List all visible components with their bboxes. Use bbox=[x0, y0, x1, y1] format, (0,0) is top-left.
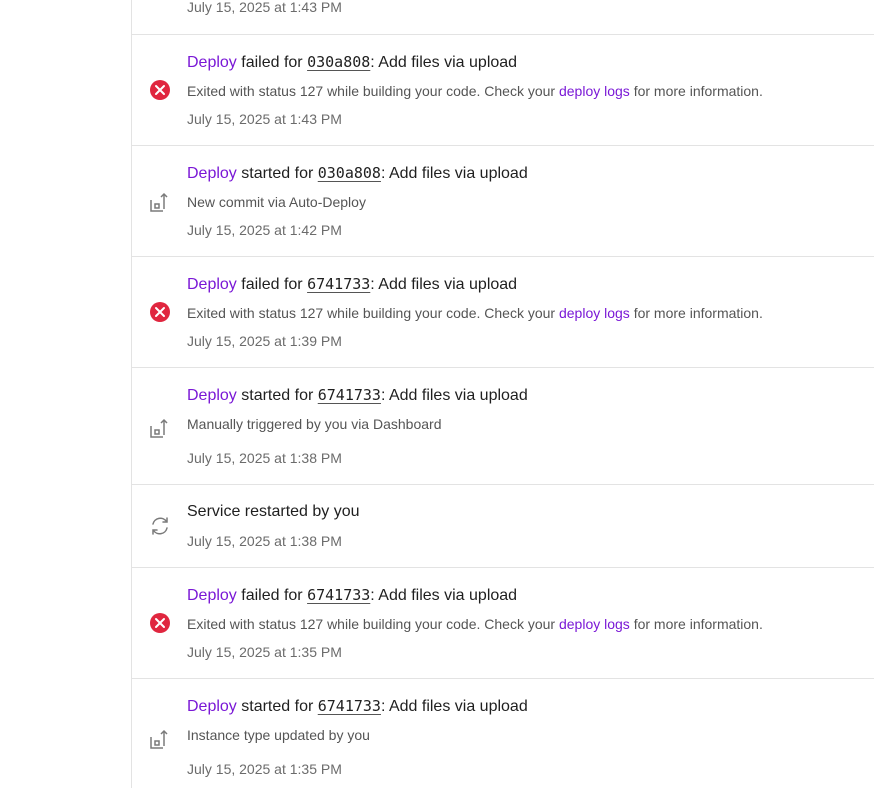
event-description: New commit via Auto-Deploy bbox=[187, 194, 366, 210]
commit-message: : Add files via upload bbox=[380, 165, 528, 182]
description-text-end: for more information. bbox=[629, 83, 763, 99]
deploy-icon bbox=[149, 417, 171, 439]
deploy-logs-link[interactable]: deploy logs bbox=[559, 305, 630, 321]
commit-message: : Add files via upload bbox=[370, 587, 518, 604]
event-item: Deploy failed for 6741733: Add files via… bbox=[132, 257, 874, 368]
commit-message: : Add files via upload bbox=[370, 54, 518, 71]
restart-icon bbox=[149, 515, 171, 537]
event-description: Exited with status 127 while building yo… bbox=[187, 615, 763, 633]
event-title: Deploy started for 6741733: Add files vi… bbox=[187, 696, 528, 717]
events-page: July 15, 2025 at 1:43 PM Deploy failed f… bbox=[0, 0, 874, 788]
error-icon bbox=[149, 612, 171, 634]
commit-link[interactable]: 6741733 bbox=[318, 386, 381, 404]
error-icon bbox=[149, 301, 171, 323]
event-title: Deploy started for 6741733: Add files vi… bbox=[187, 385, 528, 406]
event-description: Manually triggered by you via Dashboard bbox=[187, 416, 442, 432]
deploy-link[interactable]: Deploy bbox=[187, 276, 237, 293]
event-item: Deploy started for 6741733: Add files vi… bbox=[132, 368, 874, 485]
deploy-logs-link[interactable]: deploy logs bbox=[559, 616, 630, 632]
event-timestamp: July 15, 2025 at 1:38 PM bbox=[187, 533, 342, 549]
event-verb: started for bbox=[236, 698, 318, 715]
commit-link[interactable]: 030a808 bbox=[307, 53, 370, 71]
deploy-link[interactable]: Deploy bbox=[187, 387, 237, 404]
event-item: Deploy failed for 030a808: Add files via… bbox=[132, 35, 874, 146]
sidebar bbox=[0, 0, 132, 788]
commit-message: : Add files via upload bbox=[370, 276, 518, 293]
event-title: Deploy started for 030a808: Add files vi… bbox=[187, 163, 528, 184]
event-verb: started for bbox=[236, 165, 318, 182]
event-timestamp: July 15, 2025 at 1:38 PM bbox=[187, 450, 342, 466]
event-timestamp: July 15, 2025 at 1:42 PM bbox=[187, 222, 342, 238]
event-timestamp: July 15, 2025 at 1:35 PM bbox=[187, 761, 342, 777]
event-title: Deploy failed for 030a808: Add files via… bbox=[187, 52, 517, 73]
event-item: Service restarted by you July 15, 2025 a… bbox=[132, 485, 874, 568]
events-feed: July 15, 2025 at 1:43 PM Deploy failed f… bbox=[132, 0, 874, 788]
event-title: Deploy failed for 6741733: Add files via… bbox=[187, 585, 517, 606]
commit-link[interactable]: 6741733 bbox=[307, 275, 370, 293]
event-verb: failed for bbox=[236, 276, 308, 293]
description-text: Exited with status 127 while building yo… bbox=[187, 616, 559, 632]
deploy-icon bbox=[149, 728, 171, 750]
commit-link[interactable]: 6741733 bbox=[318, 697, 381, 715]
event-item: Deploy started for 6741733: Add files vi… bbox=[132, 679, 874, 788]
deploy-icon bbox=[149, 191, 171, 213]
event-item: Deploy started for 030a808: Add files vi… bbox=[132, 146, 874, 257]
description-text-end: for more information. bbox=[629, 616, 763, 632]
event-item: Deploy failed for 6741733: Add files via… bbox=[132, 568, 874, 679]
event-verb: failed for bbox=[236, 54, 308, 71]
event-description: Instance type updated by you bbox=[187, 727, 370, 743]
event-timestamp: July 15, 2025 at 1:43 PM bbox=[187, 111, 342, 127]
description-text: Exited with status 127 while building yo… bbox=[187, 83, 559, 99]
event-description: Exited with status 127 while building yo… bbox=[187, 82, 763, 100]
deploy-link[interactable]: Deploy bbox=[187, 698, 237, 715]
commit-message: : Add files via upload bbox=[380, 387, 528, 404]
event-timestamp: July 15, 2025 at 1:39 PM bbox=[187, 333, 342, 349]
event-timestamp: July 15, 2025 at 1:35 PM bbox=[187, 644, 342, 660]
deploy-link[interactable]: Deploy bbox=[187, 165, 237, 182]
event-verb: failed for bbox=[236, 587, 308, 604]
deploy-logs-link[interactable]: deploy logs bbox=[559, 83, 630, 99]
event-timestamp: July 15, 2025 at 1:43 PM bbox=[187, 0, 342, 15]
description-text: Exited with status 127 while building yo… bbox=[187, 305, 559, 321]
commit-link[interactable]: 6741733 bbox=[307, 586, 370, 604]
event-item-previous: July 15, 2025 at 1:43 PM bbox=[132, 0, 874, 35]
event-title: Service restarted by you bbox=[187, 503, 360, 520]
deploy-link[interactable]: Deploy bbox=[187, 587, 237, 604]
description-text-end: for more information. bbox=[629, 305, 763, 321]
error-icon bbox=[149, 79, 171, 101]
event-description: Exited with status 127 while building yo… bbox=[187, 304, 763, 322]
event-title: Deploy failed for 6741733: Add files via… bbox=[187, 274, 517, 295]
deploy-link[interactable]: Deploy bbox=[187, 54, 237, 71]
commit-link[interactable]: 030a808 bbox=[318, 164, 381, 182]
event-verb: started for bbox=[236, 387, 318, 404]
commit-message: : Add files via upload bbox=[380, 698, 528, 715]
